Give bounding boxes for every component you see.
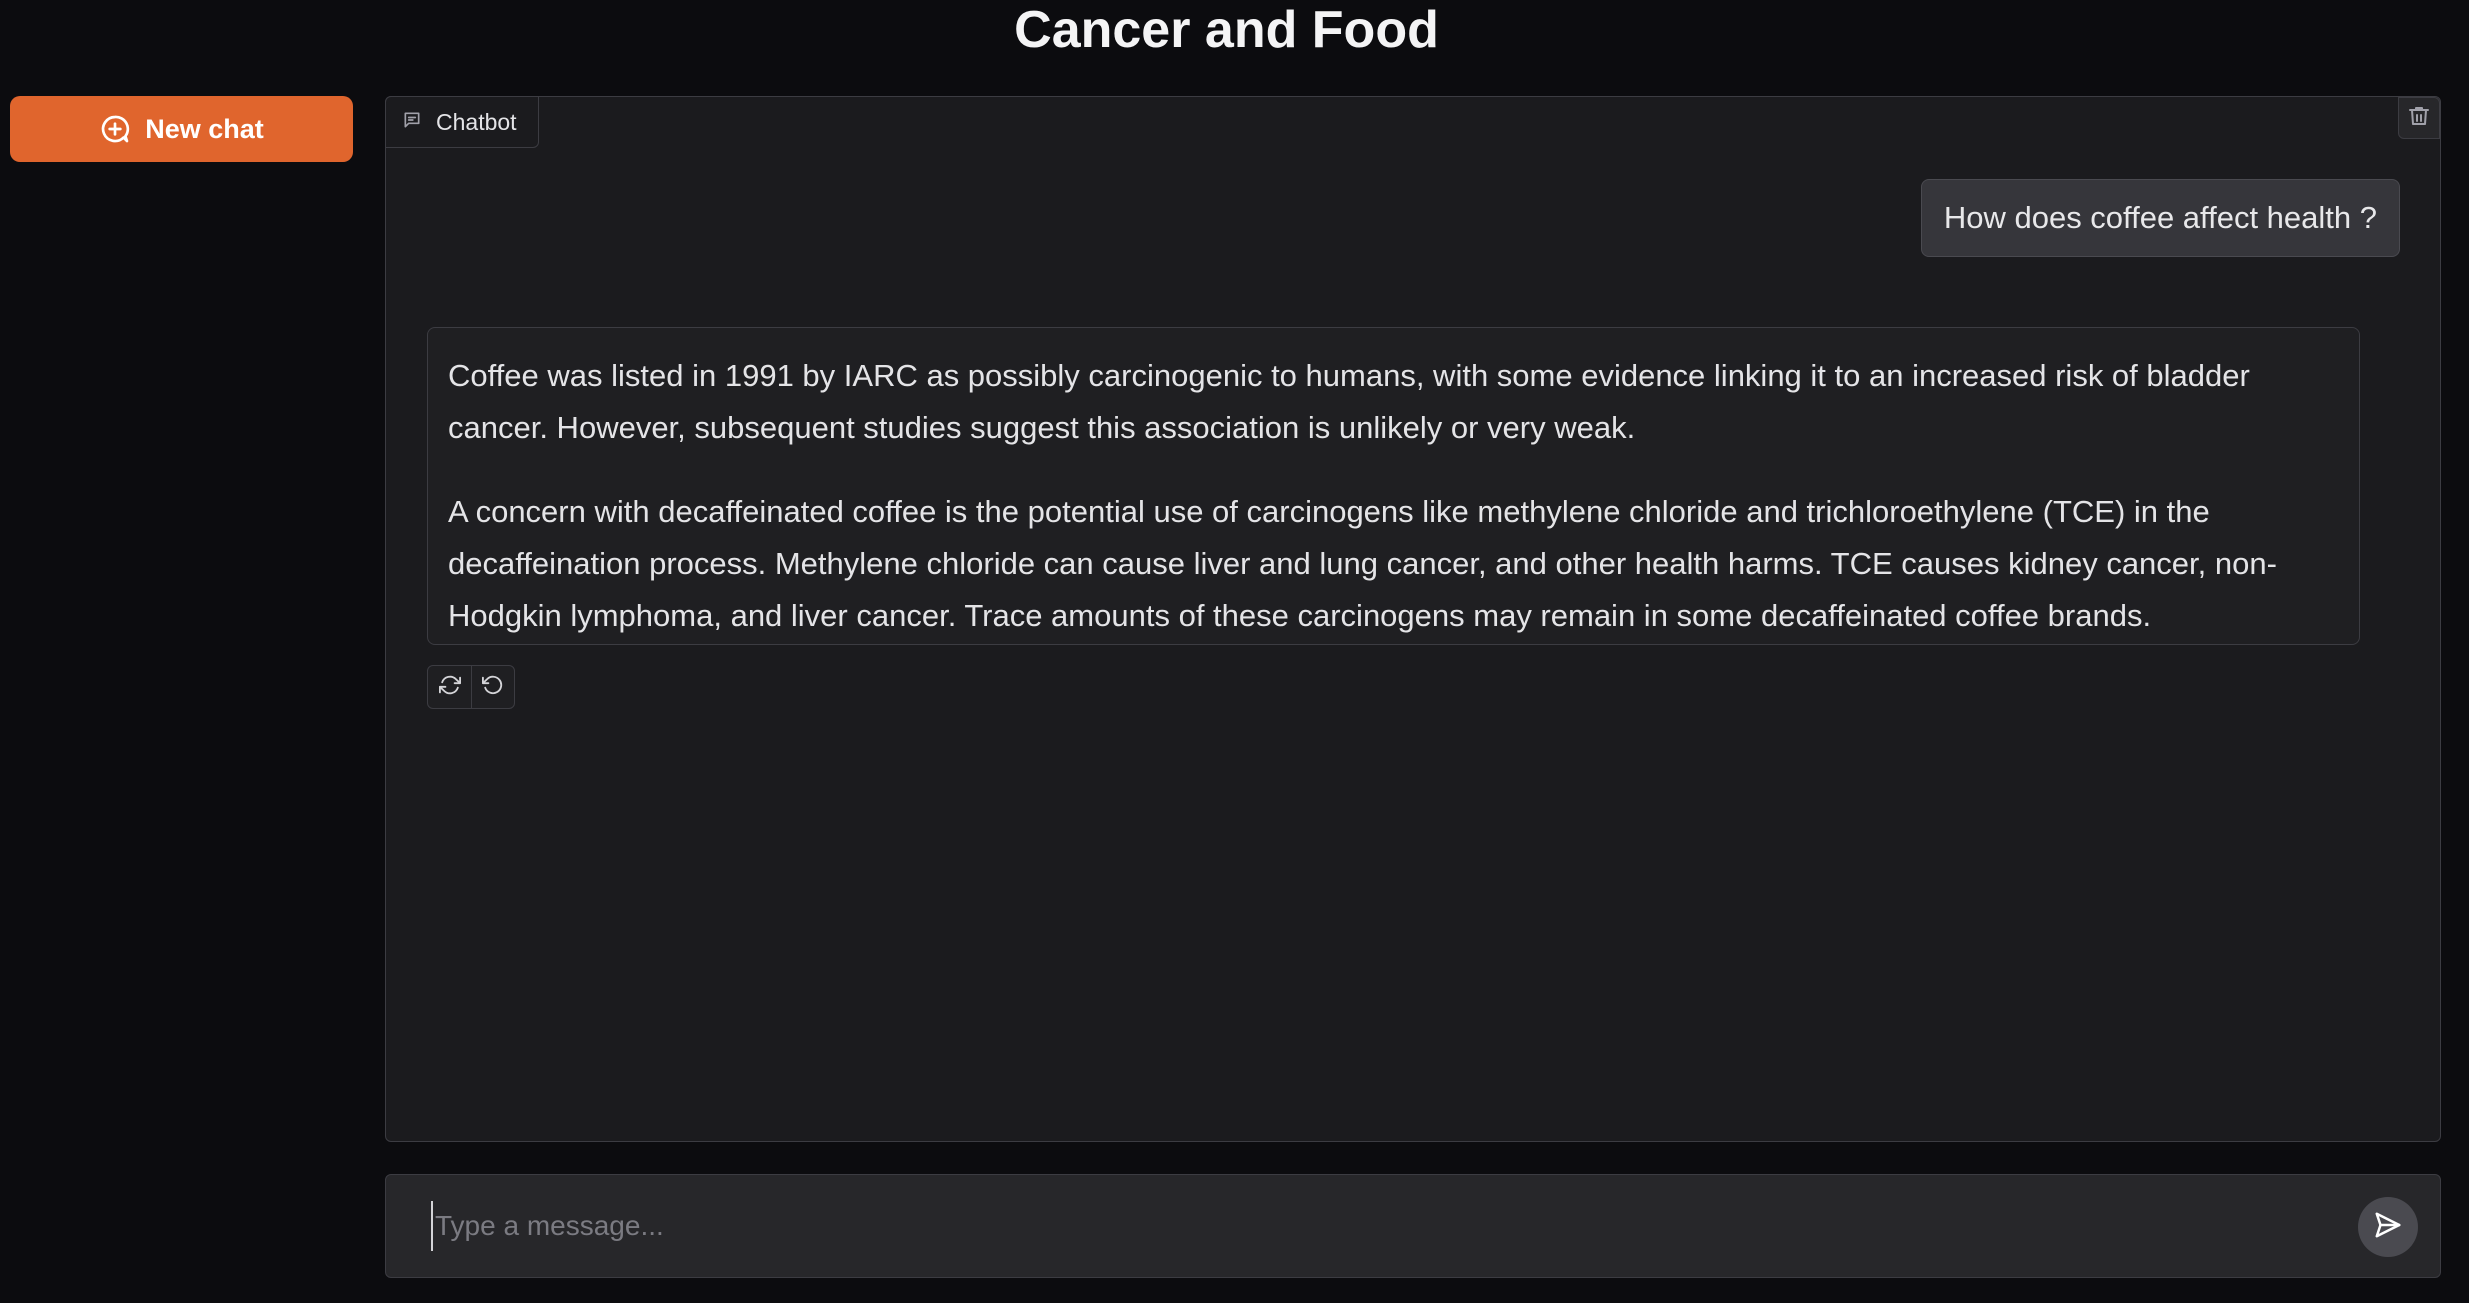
undo-button[interactable] [471, 666, 514, 708]
clear-chat-button[interactable] [2398, 97, 2440, 139]
retry-button[interactable] [428, 666, 471, 708]
user-message: How does coffee affect health ? [1920, 179, 2400, 257]
user-message-text: How does coffee affect health ? [1943, 200, 2377, 235]
trash-icon [2407, 104, 2431, 133]
chatbot-tab: Chatbot [385, 96, 539, 148]
assistant-message-paragraph: Coffee was listed in 1991 by IARC as pos… [448, 358, 2250, 445]
plus-circle-icon [99, 113, 131, 145]
message-input[interactable] [431, 1201, 2311, 1251]
new-chat-button[interactable]: New chat [10, 96, 353, 162]
chatbot-tab-label: Chatbot [436, 108, 517, 135]
undo-icon [482, 674, 504, 701]
assistant-message-paragraph: A concern with decaffeinated coffee is t… [448, 494, 2277, 633]
message-composer [385, 1174, 2441, 1278]
retry-icon [438, 674, 461, 701]
send-button[interactable] [2358, 1197, 2418, 1257]
new-chat-label: New chat [145, 113, 264, 144]
assistant-message: Coffee was listed in 1991 by IARC as pos… [427, 327, 2360, 645]
chat-icon [402, 109, 422, 136]
message-actions [427, 665, 515, 709]
page-title: Cancer and Food [1014, 1, 1439, 59]
chatbot-panel: Chatbot How does coffee affect health ? … [385, 96, 2441, 1142]
send-icon [2373, 1210, 2403, 1245]
